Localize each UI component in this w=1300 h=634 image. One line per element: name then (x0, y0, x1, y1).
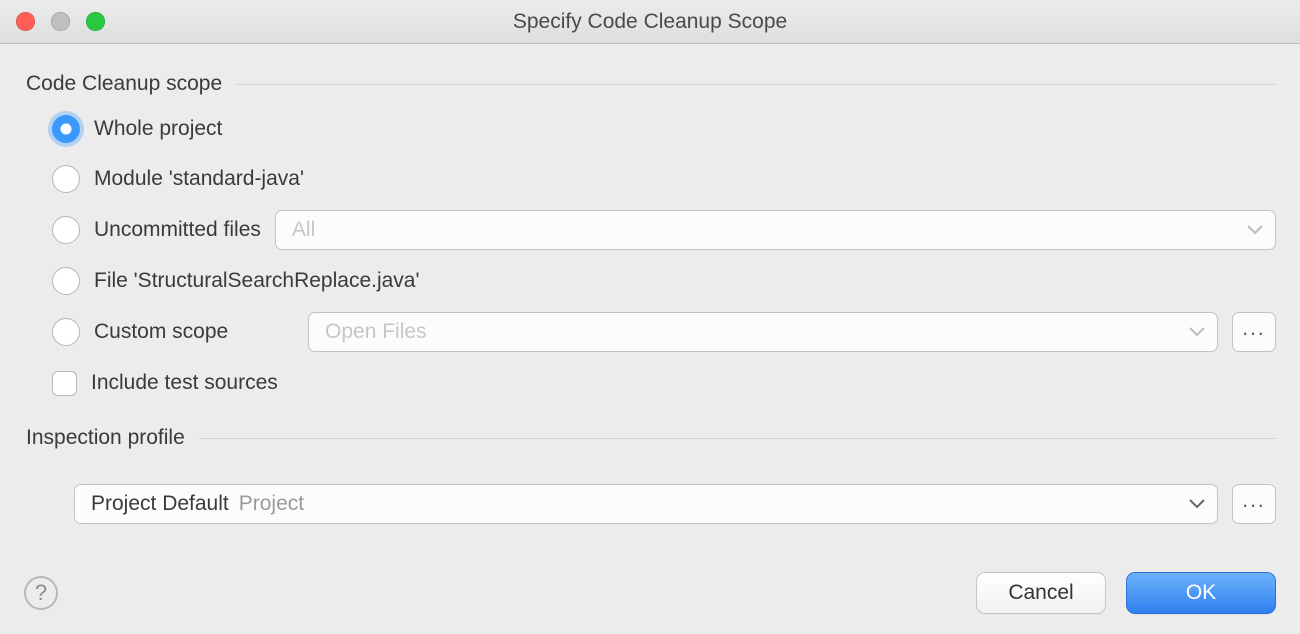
divider (199, 438, 1276, 439)
traffic-lights (0, 12, 105, 31)
cancel-button[interactable]: Cancel (976, 572, 1106, 614)
radio-row-whole-project[interactable]: Whole project (52, 110, 1276, 148)
scope-options: Whole project Module 'standard-java' Unc… (26, 110, 1276, 402)
radio-row-module[interactable]: Module 'standard-java' (52, 160, 1276, 198)
radio-label-file: File 'StructuralSearchReplace.java' (94, 269, 420, 293)
scope-section-label: Code Cleanup scope (26, 72, 222, 96)
dialog-actions: Cancel OK (976, 572, 1276, 614)
inspection-profile-more-button[interactable]: ... (1232, 484, 1276, 524)
radio-uncommitted[interactable] (52, 216, 80, 244)
radio-row-uncommitted[interactable]: Uncommitted files All (52, 210, 1276, 250)
help-button[interactable]: ? (24, 576, 58, 610)
ok-button[interactable]: OK (1126, 572, 1276, 614)
ellipsis-icon: ... (1242, 489, 1266, 513)
radio-row-custom[interactable]: Custom scope Open Files ... (52, 312, 1276, 352)
custom-scope-combo[interactable]: Open Files (308, 312, 1218, 352)
ellipsis-icon: ... (1242, 317, 1266, 341)
radio-module[interactable] (52, 165, 80, 193)
ok-button-label: OK (1186, 581, 1216, 605)
help-icon: ? (35, 580, 47, 606)
radio-file[interactable] (52, 267, 80, 295)
radio-row-file[interactable]: File 'StructuralSearchReplace.java' (52, 262, 1276, 300)
inspection-profile-scope: Project (239, 492, 304, 516)
checkbox-label-include-tests: Include test sources (91, 371, 278, 395)
chevron-down-icon (1189, 499, 1205, 509)
inspection-profile-row: Project Default Project ... (26, 484, 1276, 524)
dialog-window: Specify Code Cleanup Scope Code Cleanup … (0, 0, 1300, 634)
titlebar: Specify Code Cleanup Scope (0, 0, 1300, 44)
maximize-icon[interactable] (86, 12, 105, 31)
radio-label-module: Module 'standard-java' (94, 167, 304, 191)
cancel-button-label: Cancel (1008, 581, 1073, 605)
checkbox-row-include-tests[interactable]: Include test sources (52, 364, 1276, 402)
radio-custom-scope[interactable] (52, 318, 80, 346)
divider (236, 84, 1276, 85)
close-icon[interactable] (16, 12, 35, 31)
dialog-footer: ? Cancel OK (0, 558, 1300, 634)
radio-whole-project[interactable] (52, 115, 80, 143)
inspection-section-header: Inspection profile (26, 426, 1276, 450)
radio-label-custom: Custom scope (94, 320, 294, 344)
dialog-content: Code Cleanup scope Whole project Module … (0, 44, 1300, 558)
chevron-down-icon (1247, 225, 1263, 235)
inspection-profile-name: Project Default (91, 492, 229, 516)
checkbox-include-tests[interactable] (52, 371, 77, 396)
custom-scope-combo-value: Open Files (325, 320, 427, 344)
inspection-profile-combo[interactable]: Project Default Project (74, 484, 1218, 524)
radio-label-whole-project: Whole project (94, 117, 222, 141)
scope-section-header: Code Cleanup scope (26, 72, 1276, 96)
uncommitted-files-combo[interactable]: All (275, 210, 1276, 250)
window-title: Specify Code Cleanup Scope (0, 10, 1300, 34)
uncommitted-combo-value: All (292, 218, 315, 242)
minimize-icon (51, 12, 70, 31)
chevron-down-icon (1189, 327, 1205, 337)
inspection-section-label: Inspection profile (26, 426, 185, 450)
radio-label-uncommitted: Uncommitted files (94, 218, 261, 242)
custom-scope-more-button[interactable]: ... (1232, 312, 1276, 352)
